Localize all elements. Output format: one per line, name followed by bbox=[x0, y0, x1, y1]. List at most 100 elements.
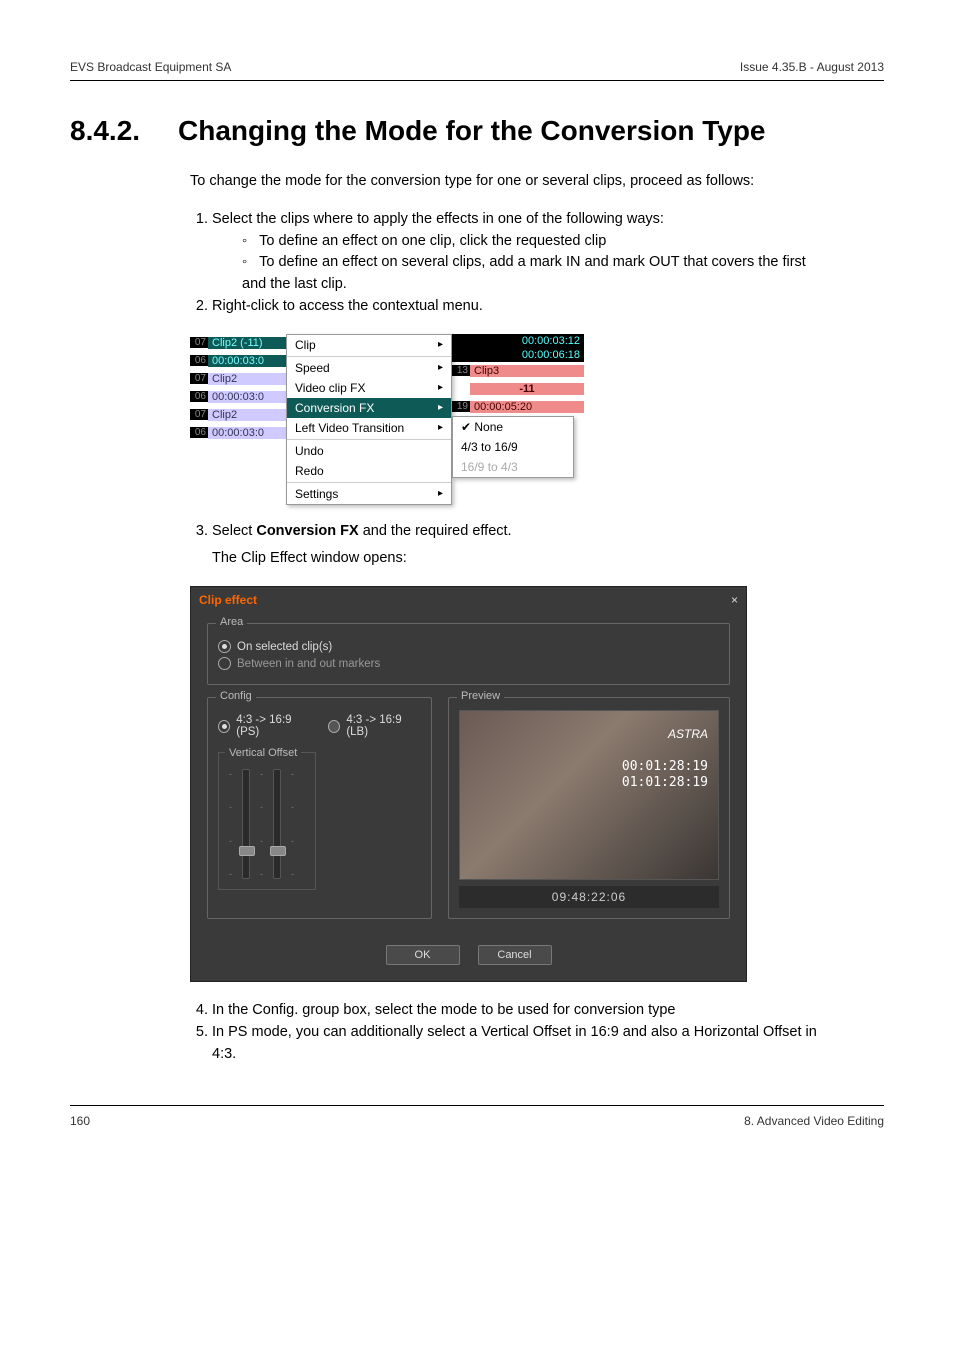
step-1-text: Select the clips where to apply the effe… bbox=[212, 211, 664, 227]
step-3-sub: The Clip Effect window opens: bbox=[212, 548, 830, 570]
clip-cell[interactable]: 00:00:03:0 bbox=[208, 391, 286, 403]
header-left: EVS Broadcast Equipment SA bbox=[70, 60, 231, 74]
clip-num: 07 bbox=[190, 373, 208, 384]
menu-label: Clip bbox=[295, 338, 316, 352]
step-1: Select the clips where to apply the effe… bbox=[212, 209, 830, 296]
clip-cell[interactable]: 00:00:03:0 bbox=[208, 427, 286, 439]
menu-item-left-video-transition[interactable]: Left Video Transition bbox=[287, 418, 451, 438]
menu-separator bbox=[287, 439, 451, 440]
radio-label: 4:3 -> 16:9 (LB) bbox=[346, 714, 421, 738]
clip-cell[interactable]: Clip2 bbox=[208, 409, 286, 421]
page-number: 160 bbox=[70, 1114, 90, 1128]
clip-cell[interactable]: Clip2 bbox=[208, 373, 286, 385]
intro-text: To change the mode for the conversion ty… bbox=[190, 171, 830, 193]
timecode-top: 00:00:06:18 bbox=[452, 348, 584, 362]
menu-item-conversion-fx[interactable]: Conversion FX bbox=[287, 398, 451, 418]
dialog-titlebar: Clip effect × bbox=[191, 587, 746, 613]
step-3-bold: Conversion FX bbox=[256, 523, 358, 539]
preview-video: ASTRA 00:01:28:19 01:01:28:19 bbox=[459, 710, 719, 880]
radio-43-169-lb[interactable]: 4:3 -> 16:9 (LB) bbox=[328, 714, 421, 738]
submenu-item-none[interactable]: None bbox=[453, 417, 573, 437]
clip-cell[interactable]: Clip3 bbox=[470, 365, 584, 377]
menu-item-clip[interactable]: Clip bbox=[287, 335, 451, 355]
submenu-item-43-169[interactable]: 4/3 to 16/9 bbox=[453, 437, 573, 457]
context-menu: Clip Speed Video clip FX Conversion FX L… bbox=[286, 334, 452, 505]
close-icon[interactable]: × bbox=[731, 593, 738, 607]
clip-cell[interactable]: 00:00:05:20 bbox=[470, 401, 584, 413]
menu-label: Redo bbox=[295, 464, 324, 478]
step-3-post: and the required effect. bbox=[359, 523, 512, 539]
preview-tc2: 01:01:28:19 bbox=[622, 775, 708, 790]
step-3-pre: Select bbox=[212, 523, 256, 539]
slider-ticks: ---- bbox=[229, 769, 232, 879]
timeline-right-panel: 00:00:03:12 00:00:06:18 13Clip3 -11 1900… bbox=[452, 334, 584, 505]
clip-effect-dialog: Clip effect × Area On selected clip(s) B… bbox=[190, 586, 747, 982]
menu-label: Speed bbox=[295, 361, 330, 375]
clip-num: 06 bbox=[190, 355, 208, 366]
header-rule bbox=[70, 80, 884, 81]
radio-label: Between in and out markers bbox=[237, 658, 380, 670]
area-legend: Area bbox=[216, 616, 247, 628]
area-group: Area On selected clip(s) Between in and … bbox=[207, 623, 730, 685]
chapter-title: 8. Advanced Video Editing bbox=[744, 1114, 884, 1128]
clip-num: 07 bbox=[190, 337, 208, 348]
radio-43-169-ps[interactable]: 4:3 -> 16:9 (PS) bbox=[218, 714, 312, 738]
slider-thumb[interactable] bbox=[270, 846, 286, 856]
vertical-offset-slider-2[interactable] bbox=[273, 769, 281, 879]
menu-label: Conversion FX bbox=[295, 401, 374, 415]
step-4: In the Config. group box, select the mod… bbox=[212, 1000, 830, 1022]
clip-cell[interactable]: 00:00:03:0 bbox=[208, 355, 286, 367]
clip-num: 06 bbox=[190, 391, 208, 402]
menu-item-video-clip-fx[interactable]: Video clip FX bbox=[287, 378, 451, 398]
slider-ticks: ---- bbox=[260, 769, 263, 879]
vertical-offset-slider-1[interactable] bbox=[242, 769, 250, 879]
clip-cell[interactable]: -11 bbox=[470, 383, 584, 395]
preview-legend: Preview bbox=[457, 690, 504, 702]
radio-between-markers[interactable]: Between in and out markers bbox=[218, 657, 719, 670]
step-5: In PS mode, you can additionally select … bbox=[212, 1022, 830, 1066]
clip-num: 06 bbox=[190, 427, 208, 438]
vertical-offset-group: Vertical Offset ---- ---- ---- bbox=[218, 752, 316, 890]
menu-label: Settings bbox=[295, 487, 338, 501]
vertical-offset-legend: Vertical Offset bbox=[225, 747, 301, 759]
timeline-left-clips: 07Clip2 (-11) 0600:00:03:0 07Clip2 0600:… bbox=[190, 334, 286, 505]
step-3: Select Conversion FX and the required ef… bbox=[212, 521, 830, 571]
preview-brand: ASTRA bbox=[668, 727, 708, 741]
menu-label: Undo bbox=[295, 444, 324, 458]
section-heading: 8.4.2.Changing the Mode for the Conversi… bbox=[70, 115, 884, 147]
menu-item-settings[interactable]: Settings bbox=[287, 484, 451, 504]
radio-on-selected-clips[interactable]: On selected clip(s) bbox=[218, 640, 719, 653]
menu-item-undo[interactable]: Undo bbox=[287, 441, 451, 461]
radio-label: On selected clip(s) bbox=[237, 641, 332, 653]
section-title: Changing the Mode for the Conversion Typ… bbox=[178, 115, 766, 146]
clip-num: 19 bbox=[452, 401, 470, 412]
cancel-button[interactable]: Cancel bbox=[478, 945, 552, 965]
submenu-conversion-fx: None 4/3 to 16/9 16/9 to 4/3 bbox=[452, 416, 574, 478]
step-1b: To define an effect on several clips, ad… bbox=[242, 252, 830, 296]
submenu-item-169-43[interactable]: 16/9 to 4/3 bbox=[453, 457, 573, 477]
slider-ticks: ---- bbox=[291, 769, 294, 879]
radio-label: 4:3 -> 16:9 (PS) bbox=[236, 714, 312, 738]
dialog-title: Clip effect bbox=[199, 593, 257, 607]
preview-group: Preview ASTRA 00:01:28:19 01:01:28:19 09… bbox=[448, 697, 730, 919]
slider-thumb[interactable] bbox=[239, 846, 255, 856]
menu-label: Video clip FX bbox=[295, 381, 365, 395]
radio-icon bbox=[218, 720, 230, 733]
preview-tc1: 00:01:28:19 bbox=[622, 759, 708, 774]
header-right: Issue 4.35.B - August 2013 bbox=[740, 60, 884, 74]
clip-num: 13 bbox=[452, 365, 470, 376]
menu-separator bbox=[287, 482, 451, 483]
config-legend: Config bbox=[216, 690, 256, 702]
timecode-top: 00:00:03:12 bbox=[452, 334, 584, 348]
ok-button[interactable]: OK bbox=[386, 945, 460, 965]
config-group: Config 4:3 -> 16:9 (PS) 4:3 -> 16:9 (LB)… bbox=[207, 697, 432, 919]
menu-label: Left Video Transition bbox=[295, 421, 404, 435]
context-menu-screenshot: 07Clip2 (-11) 0600:00:03:0 07Clip2 0600:… bbox=[190, 334, 584, 505]
clip-cell[interactable]: Clip2 (-11) bbox=[208, 337, 286, 349]
menu-item-redo[interactable]: Redo bbox=[287, 461, 451, 481]
preview-timecode: 09:48:22:06 bbox=[459, 886, 719, 908]
menu-item-speed[interactable]: Speed bbox=[287, 358, 451, 378]
section-number: 8.4.2. bbox=[70, 115, 178, 147]
step-1a: To define an effect on one clip, click t… bbox=[242, 231, 830, 253]
clip-num: 07 bbox=[190, 409, 208, 420]
